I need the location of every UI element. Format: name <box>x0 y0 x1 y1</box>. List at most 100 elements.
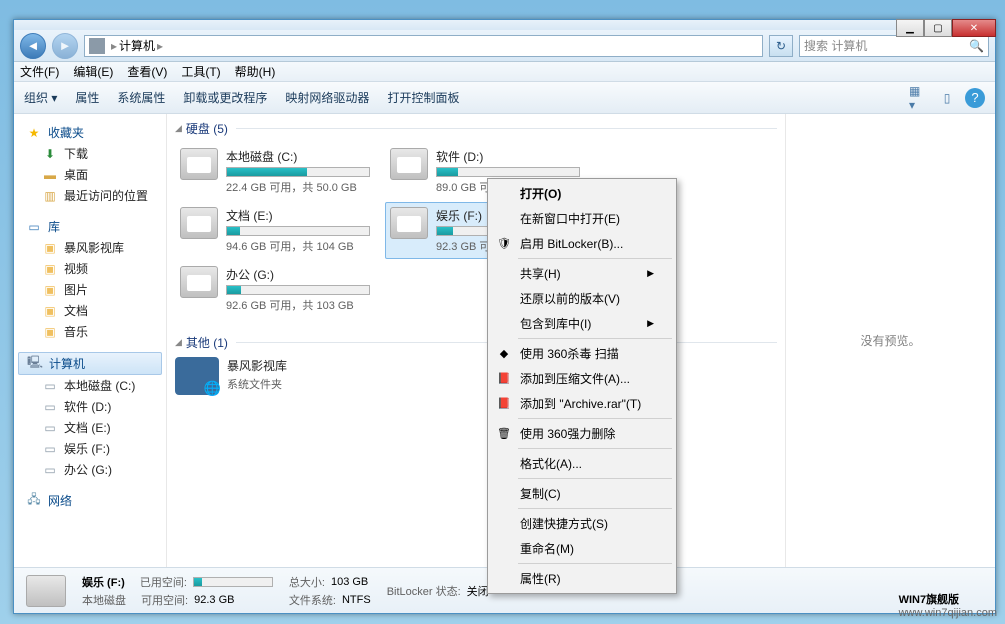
windows-logo-icon <box>885 601 893 613</box>
minimize-button[interactable]: ▁ <box>896 19 924 37</box>
drive-name: 本地磁盘 (C:) <box>226 148 370 165</box>
titlebar[interactable] <box>14 20 995 30</box>
sidebar-libraries[interactable]: ▭库 <box>18 216 162 237</box>
drive-item[interactable]: 文档 (E:) 94.6 GB 可用，共 104 GB <box>175 202 375 259</box>
forward-button[interactable]: ► <box>52 33 78 59</box>
ctx-item[interactable]: 打开(O) <box>490 181 674 206</box>
category-disks[interactable]: ◢硬盘 (5) <box>167 114 785 139</box>
other-item[interactable]: 暴风影视库 系统文件夹 <box>167 353 785 399</box>
expand-icon: ◢ <box>175 123 182 134</box>
sidebar-drive[interactable]: ▭娱乐 (F:) <box>18 438 162 459</box>
ctx-item[interactable]: 重命名(M) <box>490 536 674 561</box>
folder-icon: ▣ <box>42 282 58 298</box>
ctx-item[interactable]: 🛡启用 BitLocker(B)... <box>490 231 674 256</box>
watermark: WIN7旗舰版 www.win7qijian.com <box>885 594 997 620</box>
drive-icon <box>180 207 218 239</box>
sidebar-drive[interactable]: ▭软件 (D:) <box>18 396 162 417</box>
submenu-arrow-icon: ▶ <box>647 318 654 329</box>
drive-item[interactable]: 办公 (G:)92.6 GB 可用，共 103 GB <box>175 261 375 318</box>
drive-grid: 本地磁盘 (C:)22.4 GB 可用，共 50.0 GB软件 (D:)89.0… <box>167 139 785 328</box>
star-icon: ★ <box>26 125 42 141</box>
refresh-button[interactable]: ↻ <box>769 35 793 57</box>
ctx-item[interactable]: 包含到库中(I)▶ <box>490 311 674 336</box>
menu-view[interactable]: 查看(V) <box>127 63 167 80</box>
ctx-item[interactable]: 还原以前的版本(V) <box>490 286 674 311</box>
sidebar-downloads[interactable]: ⬇下载 <box>18 143 162 164</box>
window-controls: ▁ ▢ ✕ <box>896 19 996 37</box>
drive-text: 22.4 GB 可用，共 50.0 GB <box>226 179 370 195</box>
ctx-item[interactable]: 创建快捷方式(S) <box>490 511 674 536</box>
sidebar-network[interactable]: 🖧网络 <box>18 490 162 511</box>
drive-item[interactable]: 本地磁盘 (C:) 22.4 GB 可用，共 50.0 GB <box>175 143 375 200</box>
search-input[interactable]: 搜索 计算机 🔍 <box>799 35 989 57</box>
breadcrumb[interactable]: 计算机 <box>119 37 155 54</box>
menu-file[interactable]: 文件(F) <box>20 63 59 80</box>
sidebar-recent[interactable]: ▥最近访问的位置 <box>18 185 162 206</box>
tb-map-drive[interactable]: 映射网络驱动器 <box>285 89 369 106</box>
preview-pane: 没有预览。 <box>785 114 995 567</box>
sidebar-computer[interactable]: 🖳计算机 <box>18 352 162 375</box>
sidebar-lib-item[interactable]: ▣音乐 <box>18 321 162 342</box>
capacity-bar <box>226 226 370 236</box>
category-other[interactable]: ◢其他 (1) <box>167 328 785 353</box>
computer-icon <box>89 38 105 54</box>
tb-properties[interactable]: 属性 <box>75 89 99 106</box>
sidebar-lib-item[interactable]: ▣暴风影视库 <box>18 237 162 258</box>
view-button[interactable]: ▦ ▾ <box>909 88 929 108</box>
close-button[interactable]: ✕ <box>952 19 996 37</box>
folder-icon: ▣ <box>42 324 58 340</box>
ctx-item[interactable]: 格式化(A)... <box>490 451 674 476</box>
ctx-item[interactable]: 🗑使用 360强力删除 <box>490 421 674 446</box>
sidebar-favorites[interactable]: ★收藏夹 <box>18 122 162 143</box>
nav-sidebar: ★收藏夹 ⬇下载 ▬桌面 ▥最近访问的位置 ▭库 ▣暴风影视库 ▣视频 ▣图片 … <box>14 114 167 567</box>
tb-uninstall[interactable]: 卸载或更改程序 <box>183 89 267 106</box>
drive-icon <box>180 148 218 180</box>
desktop-icon: ▬ <box>42 167 58 183</box>
sidebar-drive[interactable]: ▭本地磁盘 (C:) <box>18 375 162 396</box>
search-icon: 🔍 <box>969 39 984 53</box>
sidebar-lib-item[interactable]: ▣文档 <box>18 300 162 321</box>
ctx-item[interactable]: 复制(C) <box>490 481 674 506</box>
sidebar-drive[interactable]: ▭文档 (E:) <box>18 417 162 438</box>
breadcrumb-sep: ▸ <box>111 39 117 53</box>
ctx-item[interactable]: 共享(H)▶ <box>490 261 674 286</box>
drive-icon: ▭ <box>42 399 58 415</box>
capacity-bar <box>226 167 370 177</box>
drive-name: 软件 (D:) <box>436 148 580 165</box>
sidebar-drive[interactable]: ▭办公 (G:) <box>18 459 162 480</box>
organize-button[interactable]: 组织 ▾ <box>24 89 57 106</box>
tb-system-properties[interactable]: 系统属性 <box>117 89 165 106</box>
drive-name: 文档 (E:) <box>226 207 370 224</box>
ctx-item[interactable]: 📕添加到 "Archive.rar"(T) <box>490 391 674 416</box>
drive-icon <box>390 148 428 180</box>
recent-icon: ▥ <box>42 188 58 204</box>
ctx-icon: 📕 <box>496 371 512 387</box>
drive-icon <box>180 266 218 298</box>
drive-icon: ▭ <box>42 441 58 457</box>
maximize-button[interactable]: ▢ <box>924 19 952 37</box>
content-pane[interactable]: ◢硬盘 (5) 本地磁盘 (C:) 22.4 GB 可用，共 50.0 GB 软件 … <box>167 114 785 567</box>
sidebar-lib-item[interactable]: ▣视频 <box>18 258 162 279</box>
breadcrumb-sep: ▸ <box>157 39 163 53</box>
address-bar[interactable]: ▸ 计算机 ▸ <box>84 35 763 57</box>
menu-help[interactable]: 帮助(H) <box>235 63 276 80</box>
drive-text: 92.6 GB 可用，共 103 GB <box>226 297 370 313</box>
help-button[interactable]: ? <box>965 88 985 108</box>
ctx-item[interactable]: 📕添加到压缩文件(A)... <box>490 366 674 391</box>
drive-icon <box>390 207 428 239</box>
back-button[interactable]: ◄ <box>20 33 46 59</box>
menu-edit[interactable]: 编辑(E) <box>73 63 113 80</box>
tb-control-panel[interactable]: 打开控制面板 <box>387 89 459 106</box>
drive-text: 94.6 GB 可用，共 104 GB <box>226 238 370 254</box>
drive-icon <box>26 575 66 607</box>
capacity-bar <box>226 285 370 295</box>
sidebar-desktop[interactable]: ▬桌面 <box>18 164 162 185</box>
ctx-item[interactable]: 属性(R) <box>490 566 674 591</box>
ctx-item[interactable]: 在新窗口中打开(E) <box>490 206 674 231</box>
drive-icon: ▭ <box>42 378 58 394</box>
context-menu: 打开(O)在新窗口中打开(E)🛡启用 BitLocker(B)... 共享(H)▶… <box>487 178 677 594</box>
preview-pane-button[interactable]: ▯ <box>937 88 957 108</box>
sidebar-lib-item[interactable]: ▣图片 <box>18 279 162 300</box>
ctx-item[interactable]: ◆使用 360杀毒 扫描 <box>490 341 674 366</box>
menu-tools[interactable]: 工具(T) <box>181 63 220 80</box>
